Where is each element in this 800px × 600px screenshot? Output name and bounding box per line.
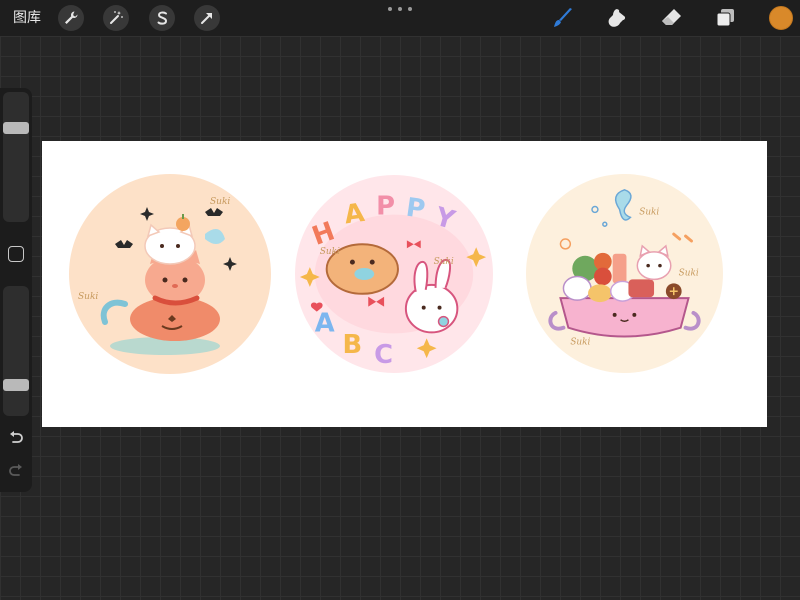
happy-abc-artwork: H A P P Y A B C Suki Suki [299, 192, 487, 370]
left-sidebar [0, 88, 32, 492]
suki-watermark-2: Suki [320, 247, 340, 257]
adjustments-button[interactable] [103, 5, 129, 31]
redo-button[interactable] [6, 461, 26, 481]
suki-watermark-1: Suki [210, 197, 230, 207]
halloween-cats-sticker: Suki Suki [69, 174, 271, 374]
suki-watermark-3c: Suki [570, 337, 590, 347]
redo-icon [9, 464, 22, 476]
suki-watermark-1b: Suki [78, 292, 98, 302]
magic-wand-icon [110, 11, 123, 24]
opacity-slider-thumb[interactable] [3, 379, 29, 392]
suki-watermark-3: Suki [639, 207, 659, 217]
halloween-cats-artwork: Suki Suki [78, 197, 237, 355]
eraser-tool-button[interactable] [657, 4, 685, 32]
undo-button[interactable] [6, 428, 26, 448]
letter-p1: P [376, 192, 395, 222]
letter-y: Y [431, 202, 458, 236]
letter-a: A [342, 198, 366, 230]
wrench-icon [65, 11, 78, 24]
brush-size-slider-thumb[interactable] [3, 121, 29, 134]
top-toolbar: 图库 [0, 0, 800, 36]
color-picker-button[interactable] [769, 6, 793, 30]
brush-size-slider[interactable] [3, 92, 29, 222]
selection-button[interactable] [149, 5, 175, 31]
suki-watermark-2b: Suki [434, 257, 454, 267]
hotpot-sticker: Suki Suki Suki [526, 174, 723, 373]
opacity-slider[interactable] [3, 286, 29, 416]
undo-icon [10, 431, 23, 443]
letter-abc-a: A [315, 308, 335, 338]
arrow-transform-icon [201, 13, 212, 24]
transform-button[interactable] [194, 5, 220, 31]
eraser-icon [662, 9, 681, 25]
modify-square-button[interactable] [8, 246, 24, 262]
happy-abc-sticker: H A P P Y A B C Suki Suki [295, 175, 493, 373]
brush-icon [554, 8, 572, 27]
actions-button[interactable] [58, 5, 84, 31]
smudge-tool-button[interactable] [603, 4, 631, 32]
letter-abc-c: C [374, 340, 393, 370]
gallery-button[interactable]: 图库 [13, 8, 41, 28]
smudge-icon [608, 9, 626, 27]
layers-icon [716, 9, 734, 27]
selection-s-icon [157, 11, 168, 25]
letter-abc-b: B [343, 330, 363, 360]
suki-watermark-3b: Suki [679, 268, 699, 278]
drawing-canvas[interactable]: Suki Suki H A P P Y A B C Suki Suki Suki… [42, 141, 767, 427]
layers-button[interactable] [711, 4, 739, 32]
more-options-dots[interactable] [388, 2, 412, 16]
hotpot-artwork: Suki Suki Suki [548, 188, 701, 347]
brush-tool-button[interactable] [549, 4, 577, 32]
